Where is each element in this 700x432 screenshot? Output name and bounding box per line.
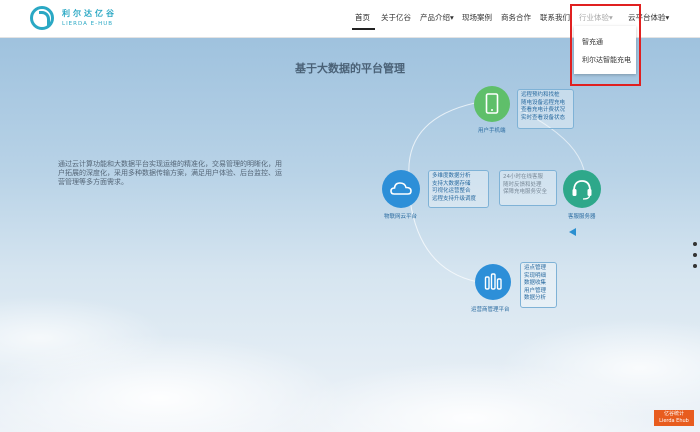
section-dot[interactable]: [693, 242, 697, 246]
page-section-dots: [693, 242, 697, 275]
nav-item-cases[interactable]: 现场案例: [462, 12, 492, 23]
cloud-info-line: 多维度数据分析: [432, 173, 471, 179]
nav-item-products[interactable]: 产品介绍▾: [420, 12, 454, 23]
cloud-info-line: 远程支持升级调度: [432, 195, 477, 202]
service-info-box: 24小时在线客服 随时反馈和处理 保障充电服务安全: [499, 170, 557, 206]
service-info-line: 随时反馈和处理: [503, 181, 542, 188]
section-dot[interactable]: [693, 264, 697, 268]
bar-chart-icon: [475, 264, 511, 300]
mobile-glyph-icon: [485, 93, 499, 114]
ops-info-line: 运点管理: [524, 265, 547, 271]
chevron-down-icon: ▾: [665, 13, 670, 22]
nav-item-home[interactable]: 首页: [355, 12, 370, 23]
mobile-info-line: 远程预约和找桩: [521, 92, 560, 98]
nav-active-indicator: [352, 28, 375, 30]
ops-info-line: 用户管理: [524, 287, 547, 294]
section-dot[interactable]: [693, 253, 697, 257]
cloud-info-box: 多维度数据分析 支持大数据存储 可视化运营整合 远程支持升级调度: [428, 170, 489, 208]
cloud-icon: [382, 170, 420, 208]
cloud-info-line: 支持大数据存储: [432, 180, 471, 187]
mobile-info-line: 随电设备远程充电: [521, 99, 566, 106]
cloud-info-line: 可视化运营整合: [432, 188, 471, 194]
chevron-down-icon: ▾: [450, 13, 454, 22]
nav-item-about[interactable]: 关于亿谷: [381, 12, 411, 23]
mobile-phone-icon: [474, 86, 510, 122]
service-info-line: 24小时在线客服: [503, 174, 543, 180]
mobile-node-label: 用户手机端: [478, 128, 506, 134]
stats-badge[interactable]: 亿谷统计 Lierda Ehub: [654, 410, 694, 426]
cloud-glyph-icon: [390, 182, 412, 195]
headset-glyph-icon: [572, 180, 592, 200]
service-info-line: 保障充电服务安全: [503, 189, 548, 195]
stats-badge-line: 亿谷统计: [663, 411, 684, 417]
brand-name-en: LIERDA E-HUB: [62, 21, 114, 27]
mobile-info-line: 查看充电计费状况: [521, 107, 566, 113]
highlight-annotation-box: [570, 4, 641, 86]
ops-info-box: 运点管理 实现明细 数据收集 用户管理 数据分析: [520, 262, 557, 308]
mobile-info-box: 远程预约和找桩 随电设备远程充电 查看充电计费状况 实时查看设备状态: [517, 89, 574, 129]
cloud-node-label: 物联网云平台: [384, 214, 418, 220]
mobile-info-line: 实时查看设备状态: [521, 114, 566, 121]
bars-glyph-icon: [484, 273, 502, 290]
nav-item-contact[interactable]: 联系我们: [540, 12, 570, 23]
nav-item-business[interactable]: 商务合作: [501, 12, 531, 23]
ops-info-line: 实现明细: [524, 272, 547, 279]
brand-logo-icon[interactable]: [30, 6, 54, 30]
service-node-label: 客服服务器: [568, 214, 596, 220]
prev-arrow-icon[interactable]: [569, 228, 576, 236]
ops-info-line: 数据收集: [524, 280, 547, 286]
brand-name-cn[interactable]: 利尔达亿谷: [62, 8, 117, 19]
ops-info-line: 数据分析: [524, 295, 547, 301]
headset-icon: [563, 170, 601, 208]
ops-node-label: 运营商管理平台: [471, 307, 510, 313]
stats-badge-line: Lierda Ehub: [659, 418, 689, 424]
